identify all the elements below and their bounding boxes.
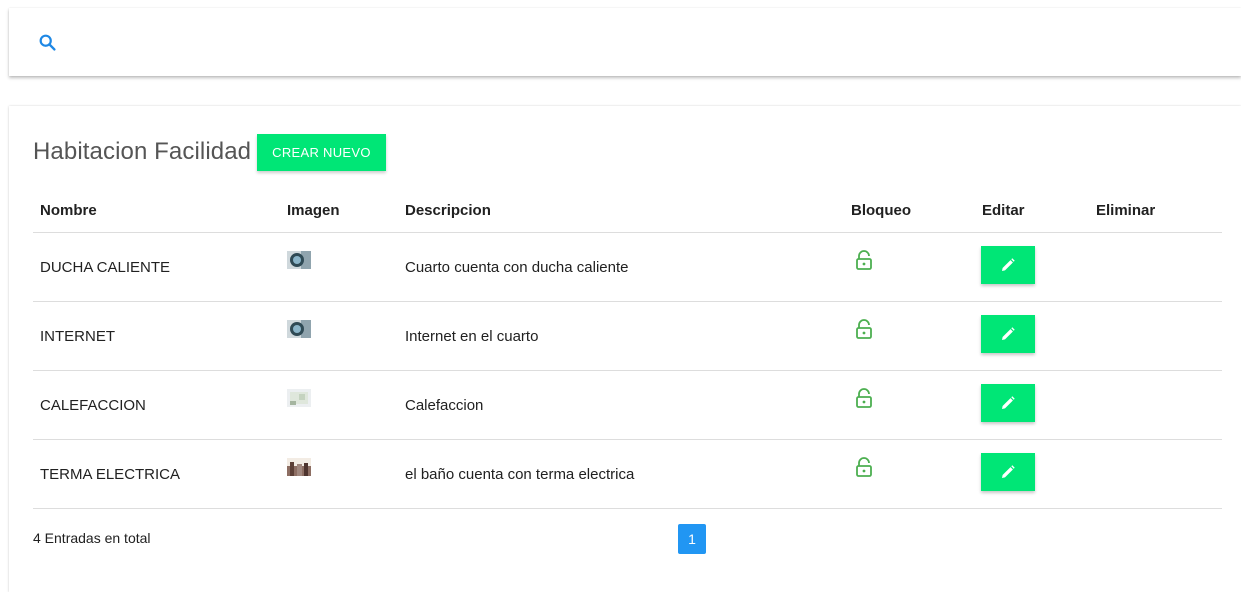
column-header-nombre: Nombre xyxy=(33,188,280,233)
create-new-button[interactable]: CREAR NUEVO xyxy=(257,133,386,171)
unlock-icon[interactable] xyxy=(855,250,873,270)
unlock-icon[interactable] xyxy=(855,319,873,339)
page-title: Habitacion Facilidad xyxy=(33,138,252,165)
cell-editar xyxy=(975,439,1089,509)
edit-button[interactable] xyxy=(981,246,1035,284)
edit-button[interactable] xyxy=(981,453,1035,491)
edit-button[interactable] xyxy=(981,315,1035,353)
panel-header: Habitacion Facilidad CREAR NUEVO xyxy=(33,132,386,172)
cell-descripcion: el baño cuenta con terma electrica xyxy=(398,439,844,509)
edit-icon xyxy=(1002,327,1015,340)
unlock-icon[interactable] xyxy=(855,457,873,477)
column-header-editar: Editar xyxy=(975,188,1089,233)
column-header-imagen: Imagen xyxy=(280,188,398,233)
cell-imagen xyxy=(280,301,398,371)
cell-descripcion: Calefaccion xyxy=(398,370,844,440)
cell-editar xyxy=(975,301,1089,371)
cell-nombre: CALEFACCION xyxy=(33,370,280,440)
thumbnail-image xyxy=(287,458,311,476)
table-header-row: Nombre Imagen Descripcion Bloqueo Editar… xyxy=(33,188,1222,233)
cell-nombre: DUCHA CALIENTE xyxy=(33,232,280,302)
table-row: TERMA ELECTRICA el baño cuenta con terma… xyxy=(33,439,1222,509)
cell-nombre: INTERNET xyxy=(33,301,280,371)
cell-eliminar xyxy=(1089,439,1222,509)
cell-bloqueo xyxy=(844,439,975,509)
thumbnail-image xyxy=(287,320,311,338)
cell-bloqueo xyxy=(844,232,975,302)
cell-eliminar xyxy=(1089,370,1222,440)
cell-eliminar xyxy=(1089,301,1222,371)
column-header-eliminar: Eliminar xyxy=(1089,188,1222,233)
cell-editar xyxy=(975,370,1089,440)
total-entries-text: 4 Entradas en total xyxy=(33,530,151,546)
cell-imagen xyxy=(280,232,398,302)
cell-imagen xyxy=(280,439,398,509)
cell-bloqueo xyxy=(844,301,975,371)
edit-button[interactable] xyxy=(981,384,1035,422)
column-header-bloqueo: Bloqueo xyxy=(844,188,975,233)
thumbnail-image xyxy=(287,251,311,269)
search-bar[interactable] xyxy=(9,8,1241,76)
pagination-page-button[interactable]: 1 xyxy=(678,524,706,554)
cell-descripcion: Internet en el cuarto xyxy=(398,301,844,371)
cell-editar xyxy=(975,232,1089,302)
facilities-panel: Habitacion Facilidad CREAR NUEVO Nombre … xyxy=(9,106,1241,592)
thumbnail-image xyxy=(287,389,311,407)
cell-eliminar xyxy=(1089,232,1222,302)
cell-nombre: TERMA ELECTRICA xyxy=(33,439,280,509)
facilities-table: Nombre Imagen Descripcion Bloqueo Editar… xyxy=(33,188,1222,509)
cell-imagen xyxy=(280,370,398,440)
cell-bloqueo xyxy=(844,370,975,440)
edit-icon xyxy=(1002,465,1015,478)
cell-descripcion: Cuarto cuenta con ducha caliente xyxy=(398,232,844,302)
table-row: DUCHA CALIENTE Cuarto cuenta con ducha c… xyxy=(33,232,1222,302)
column-header-descripcion: Descripcion xyxy=(398,188,844,233)
edit-icon xyxy=(1002,258,1015,271)
unlock-icon[interactable] xyxy=(855,388,873,408)
edit-icon xyxy=(1002,396,1015,409)
search-icon[interactable] xyxy=(37,32,59,54)
table-row: INTERNET Internet en el cuarto xyxy=(33,301,1222,371)
table-row: CALEFACCION Calefaccion xyxy=(33,370,1222,440)
